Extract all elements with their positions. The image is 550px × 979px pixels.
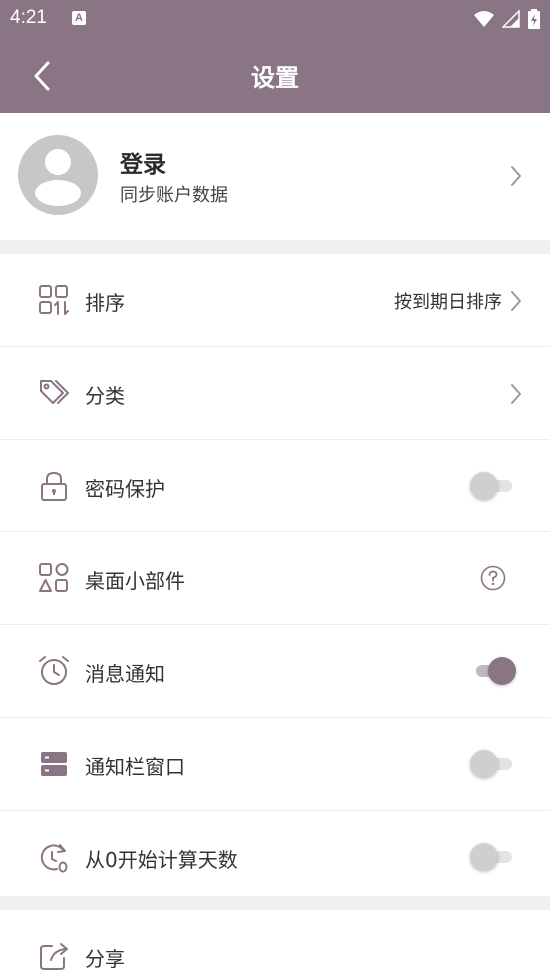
notification-bar-label: 通知栏窗口 xyxy=(85,754,185,779)
count-from-zero-toggle[interactable] xyxy=(470,842,516,871)
status-icons xyxy=(474,9,540,29)
page-title: 设置 xyxy=(251,64,299,92)
share-icon xyxy=(40,943,68,970)
lock-icon xyxy=(41,471,67,501)
sort-grid-icon xyxy=(39,285,69,315)
wifi-icon xyxy=(474,11,494,27)
status-time: 4:21 xyxy=(10,7,47,28)
status-bar: 4:21 A xyxy=(0,0,550,38)
category-row[interactable]: 分类 xyxy=(0,347,550,440)
password-label: 密码保护 xyxy=(85,476,165,501)
notification-bar-row: 通知栏窗口 xyxy=(0,718,550,811)
chevron-right-icon xyxy=(511,291,521,311)
login-row[interactable]: 登录 同步账户数据 xyxy=(0,113,550,240)
category-label: 分类 xyxy=(85,383,125,408)
login-title: 登录 xyxy=(120,152,166,178)
clock-zero-icon xyxy=(40,843,68,873)
section-divider xyxy=(0,240,550,254)
sort-row[interactable]: 排序 按到期日排序 xyxy=(0,254,550,347)
help-icon[interactable] xyxy=(480,565,506,591)
share-label: 分享 xyxy=(85,947,125,971)
sort-value: 按到期日排序 xyxy=(394,292,502,313)
widget-label: 桌面小部件 xyxy=(85,569,185,594)
shapes-icon xyxy=(39,563,69,593)
notification-badge-icon: A xyxy=(72,11,86,25)
settings-list: 排序 按到期日排序 分类 密码保护 桌面小部件 消息通知 通知栏窗口 从0开始计… xyxy=(0,254,550,897)
login-subtitle: 同步账户数据 xyxy=(120,185,228,206)
count-from-zero-row: 从0开始计算天数 xyxy=(0,811,550,897)
password-toggle[interactable] xyxy=(470,471,516,500)
server-icon xyxy=(41,751,67,776)
app-bar: 设置 xyxy=(0,38,550,113)
section-divider xyxy=(0,896,550,910)
chevron-right-icon xyxy=(511,383,521,404)
sort-label: 排序 xyxy=(85,291,125,315)
notification-row: 消息通知 xyxy=(0,625,550,718)
avatar-icon xyxy=(18,135,98,215)
notification-bar-toggle[interactable] xyxy=(470,749,516,778)
alarm-clock-icon xyxy=(39,656,69,686)
signal-icon xyxy=(502,10,520,28)
notification-label: 消息通知 xyxy=(85,662,165,687)
share-row[interactable]: 分享 xyxy=(0,910,550,979)
widget-row[interactable]: 桌面小部件 xyxy=(0,532,550,626)
tag-icon xyxy=(40,379,69,404)
password-row: 密码保护 xyxy=(0,440,550,533)
notification-toggle[interactable] xyxy=(470,657,516,686)
chevron-right-icon xyxy=(511,166,521,186)
count-from-zero-label: 从0开始计算天数 xyxy=(85,847,238,872)
battery-icon xyxy=(528,9,540,29)
